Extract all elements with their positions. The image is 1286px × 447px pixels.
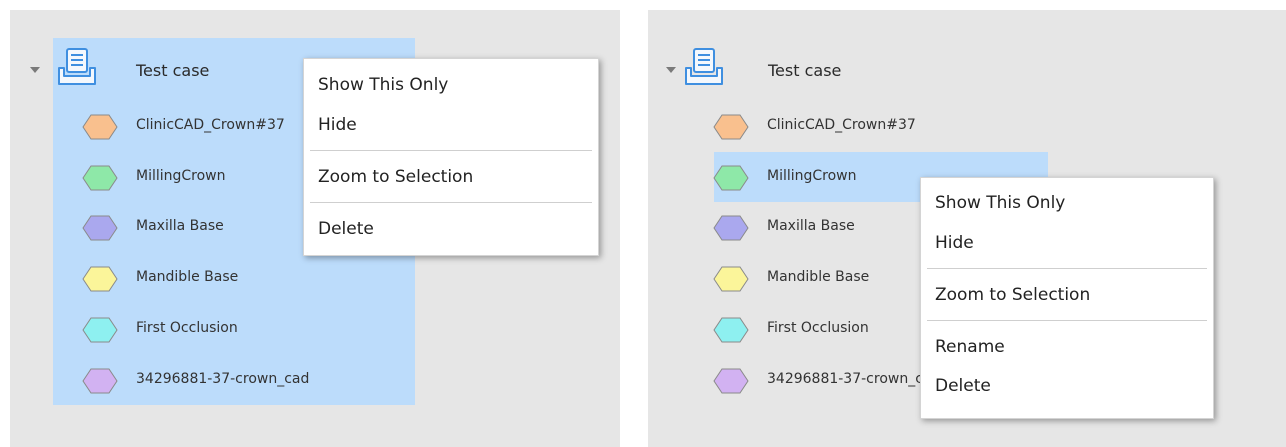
tree-item-label: First Occlusion <box>767 320 869 336</box>
menu-item-hide[interactable]: Hide <box>318 115 357 135</box>
hexagon-icon <box>82 317 118 343</box>
hexagon-icon <box>713 368 749 394</box>
expand-arrow-icon[interactable] <box>666 67 676 73</box>
tree-item-label: ClinicCAD_Crown#37 <box>767 117 916 133</box>
menu-separator <box>927 320 1207 321</box>
hexagon-icon <box>82 215 118 241</box>
hexagon-shape <box>713 114 749 140</box>
tree-item-label: Mandible Base <box>136 269 239 285</box>
expand-arrow-icon[interactable] <box>30 67 40 73</box>
hexagon-shape <box>82 266 118 292</box>
case-tray-icon <box>685 48 723 85</box>
hexagon-shape <box>713 165 749 191</box>
hexagon-shape <box>82 114 118 140</box>
hexagon-shape <box>82 165 118 191</box>
hexagon-icon <box>82 266 118 292</box>
menu-separator <box>310 202 592 203</box>
tree-panel-left: Test case ClinicCAD_Crown#37 MillingCrow… <box>10 10 620 447</box>
menu-item-show-this-only[interactable]: Show This Only <box>935 193 1065 213</box>
tree-item-label: MillingCrown <box>136 168 226 184</box>
hexagon-icon <box>713 266 749 292</box>
hexagon-icon <box>713 215 749 241</box>
menu-item-rename[interactable]: Rename <box>935 337 1005 357</box>
tree-root-label[interactable]: Test case <box>136 61 209 80</box>
hexagon-shape <box>713 266 749 292</box>
tree-item-label: 34296881-37-crown_cad <box>767 371 941 387</box>
hexagon-shape <box>713 215 749 241</box>
tree-item-label: First Occlusion <box>136 320 238 336</box>
menu-item-zoom-to-selection[interactable]: Zoom to Selection <box>318 167 473 187</box>
tree-panel-right: Test case ClinicCAD_Crown#37 MillingCrow… <box>648 10 1286 447</box>
context-menu: Show This Only Hide Zoom to Selection Re… <box>920 177 1214 419</box>
hexagon-shape <box>713 368 749 394</box>
menu-item-zoom-to-selection[interactable]: Zoom to Selection <box>935 285 1090 305</box>
hexagon-icon <box>713 317 749 343</box>
tree-item-label: Maxilla Base <box>136 218 224 234</box>
tree-root-label[interactable]: Test case <box>768 61 841 80</box>
menu-item-delete[interactable]: Delete <box>935 376 991 396</box>
menu-item-show-this-only[interactable]: Show This Only <box>318 75 448 95</box>
hexagon-shape <box>713 317 749 343</box>
menu-item-delete[interactable]: Delete <box>318 219 374 239</box>
menu-separator <box>927 268 1207 269</box>
hexagon-shape <box>82 368 118 394</box>
hexagon-shape <box>82 215 118 241</box>
menu-item-hide[interactable]: Hide <box>935 233 974 253</box>
tree-item-label: MillingCrown <box>767 168 857 184</box>
tree-item-label: ClinicCAD_Crown#37 <box>136 117 285 133</box>
tree-item-label: Maxilla Base <box>767 218 855 234</box>
tree-item-label: Mandible Base <box>767 269 870 285</box>
hexagon-icon <box>713 165 749 191</box>
hexagon-icon <box>713 114 749 140</box>
context-menu: Show This Only Hide Zoom to Selection De… <box>303 58 599 256</box>
hexagon-icon <box>82 165 118 191</box>
hexagon-shape <box>82 317 118 343</box>
hexagon-icon <box>82 114 118 140</box>
case-tray-icon <box>58 48 96 85</box>
hexagon-icon <box>82 368 118 394</box>
menu-separator <box>310 150 592 151</box>
tree-item-label: 34296881-37-crown_cad <box>136 371 310 387</box>
